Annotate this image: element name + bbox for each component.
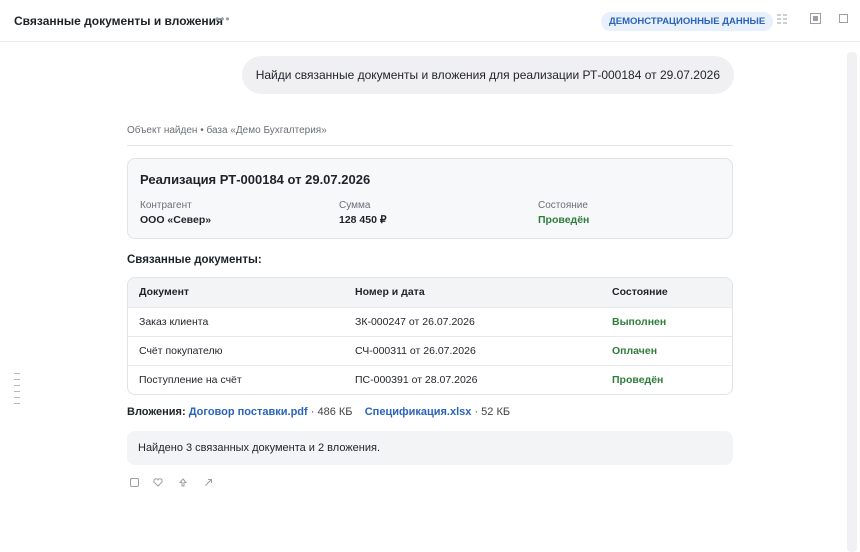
column-header: Состояние (612, 286, 668, 298)
attachment-link-contract[interactable]: Договор поставки.pdf (189, 406, 308, 418)
table-row[interactable]: Заказ клиента ЗК-000247 от 26.07.2026 Вы… (128, 307, 732, 336)
document-number: ПС-000391 от 28.07.2026 (355, 374, 478, 386)
result-meta: Объект найден • база «Демо Бухгалтерия» (127, 125, 327, 136)
field-value: ООО «Север» (140, 214, 212, 226)
status-badge: Проведён (612, 374, 664, 386)
demo-data-badge: ДЕМОНСТРАЦИОННЫЕ ДАННЫЕ (601, 12, 774, 31)
document-number: ЗК-000247 от 26.07.2026 (355, 316, 475, 328)
attachment-size: · 52 КБ (471, 406, 511, 418)
document-number: СЧ-000311 от 26.07.2026 (355, 345, 476, 357)
copy-icon[interactable] (127, 478, 141, 492)
table-header: Документ Номер и дата Состояние (128, 278, 732, 307)
external-link-icon[interactable] (201, 478, 215, 492)
attachments-label: Вложения: (127, 406, 186, 418)
column-header: Документ (139, 286, 190, 298)
table-row[interactable]: Поступление на счёт ПС-000391 от 28.07.2… (128, 365, 732, 394)
document-type: Счёт покупателю (139, 345, 223, 357)
drag-handle-icon[interactable] (14, 371, 20, 411)
summary-box: Найдено 3 связанных документа и 2 вложен… (127, 431, 733, 465)
status-badge: Выполнен (612, 316, 667, 328)
table-row[interactable]: Счёт покупателю СЧ-000311 от 26.07.2026 … (128, 336, 732, 365)
field-value: 128 450 ₽ (339, 214, 387, 226)
field-amount: Сумма 128 450 ₽ (339, 200, 387, 226)
document-card: Реализация РТ-000184 от 29.07.2026 Контр… (127, 158, 733, 239)
field-label: Сумма (339, 200, 371, 211)
document-type: Поступление на счёт (139, 374, 242, 386)
more-options-button[interactable]: ••• (215, 12, 231, 26)
attachment-size: · 486 КБ (307, 406, 353, 418)
related-heading: Связанные документы: (127, 254, 262, 266)
heart-icon[interactable] (151, 478, 165, 492)
field-status: Состояние Проведён (538, 200, 589, 226)
window-icon[interactable] (836, 13, 850, 27)
document-type: Заказ клиента (139, 316, 209, 328)
document-title: Реализация РТ-000184 от 29.07.2026 (140, 172, 371, 187)
status-value: Проведён (538, 214, 590, 226)
attachment-link-specification[interactable]: Спецификация.xlsx (365, 406, 472, 418)
grid-icon[interactable] (775, 13, 789, 27)
divider (127, 145, 733, 146)
related-documents-table: Документ Номер и дата Состояние Заказ кл… (127, 277, 733, 395)
attachments-line: Вложения: Договор поставки.pdf · 486 КБ … (127, 406, 510, 418)
page-title: Связанные документы и вложения (14, 14, 224, 28)
user-message: Найди связанные документы и вложения для… (241, 56, 734, 94)
share-icon[interactable] (176, 478, 190, 492)
column-header: Номер и дата (355, 286, 425, 298)
panel-icon[interactable] (808, 13, 822, 27)
top-bar: Связанные документы и вложения ••• ДЕМОН… (0, 0, 860, 42)
field-counterparty: Контрагент ООО «Север» (140, 200, 211, 226)
scrollbar[interactable] (847, 52, 857, 552)
field-label: Контрагент (140, 200, 192, 211)
field-label: Состояние (538, 200, 588, 211)
status-badge: Оплачен (612, 345, 658, 357)
